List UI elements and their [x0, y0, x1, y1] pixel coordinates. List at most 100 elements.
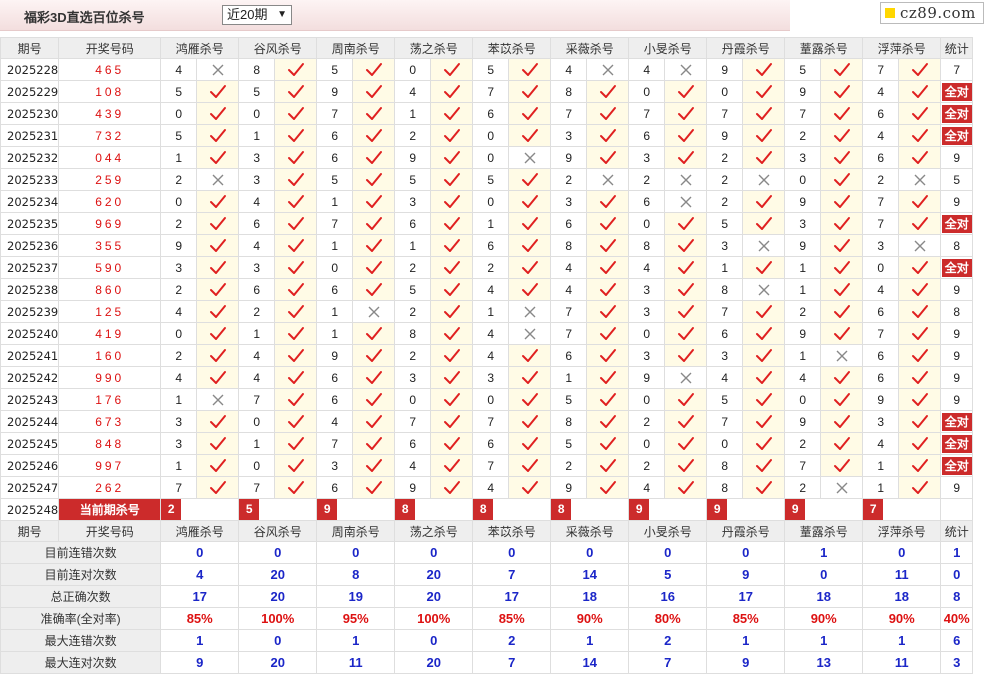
col-header-expert: 小旻杀号: [628, 520, 708, 542]
hit-mark: [742, 58, 786, 81]
current-kill-number: 9: [785, 499, 806, 520]
check-icon: [287, 392, 304, 406]
summary-value: 17: [472, 585, 552, 608]
stat-cell: 全对: [940, 256, 974, 279]
hit-mark: [274, 388, 318, 411]
kill-number-cell: 1: [160, 454, 198, 477]
col-header-expert: 蕫露杀号: [784, 520, 864, 542]
kill-number-cell: 5: [394, 168, 432, 191]
kill-number-cell: 4: [550, 278, 588, 301]
kill-number-cell: 7: [316, 212, 354, 235]
check-icon: [833, 150, 850, 164]
kill-number-cell: 5: [550, 432, 588, 455]
hit-mark: [742, 388, 786, 411]
kill-number-cell: 1: [394, 234, 432, 257]
check-icon: [443, 106, 460, 120]
period-select[interactable]: 近20期 ▼: [222, 5, 292, 25]
summary-value: 16: [628, 585, 708, 608]
check-icon: [521, 128, 538, 142]
check-icon: [209, 128, 226, 142]
kill-number-cell: 8: [550, 410, 588, 433]
hit-mark: [664, 80, 708, 103]
check-icon: [677, 238, 694, 252]
kill-number-cell: 0: [628, 80, 666, 103]
kill-number-cell: 7: [316, 102, 354, 125]
check-icon: [365, 62, 382, 76]
kill-number-cell: 7: [862, 190, 900, 213]
kill-number-cell: 6: [316, 278, 354, 301]
hit-mark: [430, 212, 474, 235]
kill-number-cell: 6: [862, 366, 900, 389]
all-correct-badge: 全对: [941, 214, 972, 233]
kill-number-table: 期号 开奖号码 鸿雁杀号 谷风杀号 周南杀号 荡之杀号 苯苡杀号 采薇杀号 小旻杀号 丹霞杀号 蕫露…: [0, 37, 974, 674]
col-header-expert: 苯苡杀号: [472, 37, 552, 59]
check-icon: [209, 216, 226, 230]
hit-mark: [742, 432, 786, 455]
kill-number-cell: 3: [784, 212, 822, 235]
kill-number-cell: 1: [238, 322, 276, 345]
summary-value: 0: [550, 541, 630, 564]
kill-number-cell: 1: [784, 278, 822, 301]
kill-number-cell: 1: [160, 388, 198, 411]
hit-mark: [508, 256, 552, 279]
hit-mark: [508, 190, 552, 213]
check-icon: [443, 194, 460, 208]
stat-cell: 9: [940, 278, 974, 301]
summary-value: 20: [238, 563, 318, 586]
summary-value: 85%: [706, 607, 786, 630]
check-icon: [521, 348, 538, 362]
check-icon: [755, 458, 772, 472]
current-kill-number: 9: [629, 499, 650, 520]
period-cell: 2025239: [0, 300, 60, 323]
hit-mark: [898, 124, 942, 147]
kill-number-cell: 0: [394, 58, 432, 81]
kill-number-cell: 6: [238, 212, 276, 235]
period-cell: 2025237: [0, 256, 60, 279]
hit-mark: [586, 388, 630, 411]
check-icon: [365, 106, 382, 120]
kill-number-cell: 3: [160, 410, 198, 433]
kill-number-cell: 6: [238, 278, 276, 301]
hit-mark: [664, 344, 708, 367]
all-correct-badge: 全对: [941, 126, 972, 145]
kill-number-cell: 7: [160, 476, 198, 499]
cross-icon: [212, 64, 224, 75]
period-select-value: 近20期: [227, 7, 268, 22]
col-header-expert: 荡之杀号: [394, 37, 474, 59]
kill-number-cell: 4: [238, 190, 276, 213]
kill-number-cell: 7: [472, 410, 510, 433]
draw-number-cell: 160: [58, 344, 162, 367]
check-icon: [365, 238, 382, 252]
cross-icon: [680, 372, 692, 383]
summary-value: 0: [160, 541, 240, 564]
kill-number-cell: 7: [784, 102, 822, 125]
hit-mark: [352, 366, 396, 389]
hit-mark: [664, 476, 708, 499]
summary-value: 90%: [862, 607, 942, 630]
check-icon: [287, 106, 304, 120]
summary-value: 85%: [472, 607, 552, 630]
hit-mark: [196, 454, 240, 477]
current-kill-cell: 8: [394, 498, 474, 521]
kill-number-cell: 4: [784, 366, 822, 389]
period-cell: 2025244: [0, 410, 60, 433]
check-icon: [443, 436, 460, 450]
summary-value: 4: [160, 563, 240, 586]
hit-mark: [586, 212, 630, 235]
kill-number-cell: 9: [706, 58, 744, 81]
check-icon: [365, 194, 382, 208]
site-logo[interactable]: cz89.com: [880, 2, 984, 24]
draw-number-cell: 419: [58, 322, 162, 345]
check-icon: [443, 260, 460, 274]
check-icon: [443, 62, 460, 76]
check-icon: [677, 458, 694, 472]
table-row: 2025238 860 2 6 6 5 4 4 3 8 1 4 9: [0, 278, 974, 301]
hit-mark: [430, 168, 474, 191]
kill-number-cell: 1: [160, 146, 198, 169]
kill-number-cell: 4: [706, 366, 744, 389]
summary-stat: 40%: [940, 607, 974, 630]
kill-number-cell: 6: [316, 146, 354, 169]
hit-mark: [274, 300, 318, 323]
kill-number-cell: 9: [628, 366, 666, 389]
kill-number-cell: 6: [316, 388, 354, 411]
